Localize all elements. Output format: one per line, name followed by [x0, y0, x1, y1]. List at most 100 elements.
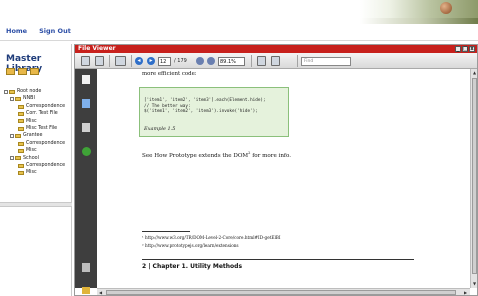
collapse-icon[interactable] [4, 89, 8, 94]
save-icon[interactable] [95, 56, 104, 66]
chapter-rule [142, 259, 414, 260]
folder-add-icon[interactable] [18, 68, 27, 75]
search-icon[interactable] [82, 123, 90, 132]
collapse-icon[interactable] [10, 97, 14, 102]
see-text: See How Prototype extends the DOM [142, 152, 249, 159]
library-toolbar [6, 68, 39, 75]
vertical-scroll-thumb[interactable] [472, 78, 477, 274]
tree-node[interactable]: NNBI [4, 95, 65, 102]
tree-node[interactable]: Misc Test File [4, 125, 65, 132]
fit-page-icon[interactable] [257, 56, 266, 66]
panel-splitter[interactable] [0, 202, 72, 207]
document-area[interactable]: more efficient code: ['item1', 'item2', … [97, 69, 470, 288]
pdf-toolbar: ◂ ▸ 12 / 179 89.1% Find [75, 53, 477, 69]
previous-page-icon[interactable]: ◂ [135, 57, 143, 65]
bookmarks-icon[interactable] [82, 99, 90, 108]
document-page: more efficient code: ['item1', 'item2', … [102, 69, 454, 288]
folder-open-icon[interactable] [6, 68, 15, 75]
folder-icon [18, 171, 24, 176]
pages-icon[interactable] [82, 75, 90, 84]
scroll-right-icon[interactable]: ▶ [463, 290, 468, 295]
page-number-input[interactable]: 12 [158, 56, 171, 66]
folder-icon [18, 141, 24, 146]
code-snippet: ['item1', 'item2', 'item3'].each(Element… [144, 98, 266, 115]
tree-node-label: Correspondence [26, 163, 66, 169]
close-button[interactable]: x [469, 46, 475, 52]
horizontal-scroll-thumb[interactable] [106, 290, 456, 295]
tree-node-label: Misc Test File [26, 126, 58, 132]
top-nav: Home Sign Out [0, 27, 71, 39]
tree-node[interactable]: Correspondence [4, 162, 65, 169]
tree-node-label: Correspondence [26, 103, 66, 109]
file-icon [18, 126, 24, 131]
scroll-down-icon[interactable]: ▼ [472, 281, 477, 286]
tree-node-label: School [23, 155, 39, 161]
tree-node[interactable]: Correspondence [4, 140, 65, 147]
zoom-select[interactable]: 89.1% [218, 56, 245, 66]
tree-node[interactable]: Root node [4, 88, 65, 95]
folder-remove-icon[interactable] [30, 68, 39, 75]
tree-node[interactable]: Correspondence [4, 103, 65, 110]
attachment-icon[interactable] [82, 263, 90, 272]
intro-text: more efficient code: [142, 71, 197, 77]
library-tree: Root node NNBI Correspondence Corr. Test… [4, 88, 65, 177]
edit-icon[interactable] [115, 56, 126, 66]
minimize-button[interactable]: _ [455, 46, 461, 52]
tree-node-label: NNBI [23, 96, 35, 102]
toolbar-divider [109, 55, 110, 67]
tree-node[interactable]: School [4, 155, 65, 162]
footnote-rule [142, 231, 190, 232]
banner-stripe [360, 18, 478, 24]
footnote-2: ² http://www.prototypejs.org/learn/exten… [142, 243, 239, 248]
tree-node-label: Grantee [23, 133, 43, 139]
viewer-sidebar [75, 69, 97, 294]
maximize-button[interactable]: □ [462, 46, 468, 52]
scroll-up-icon[interactable]: ▲ [472, 70, 477, 75]
folder-icon [18, 148, 24, 153]
print-icon[interactable] [81, 56, 90, 66]
next-page-icon[interactable]: ▸ [147, 57, 155, 65]
fit-width-icon[interactable] [271, 56, 280, 66]
banner-logo [360, 0, 478, 24]
nav-divider [0, 40, 478, 41]
file-viewer-window: File Viewer _ □ x ◂ ▸ 12 / 179 89.1% Fin… [74, 44, 478, 296]
tree-node-label: Correspondence [26, 140, 66, 146]
file-viewer-titlebar[interactable]: File Viewer _ □ x [75, 45, 477, 53]
home-link[interactable]: Home [6, 27, 27, 39]
folder-icon [15, 134, 21, 139]
vertical-scrollbar[interactable]: ▲ ▼ [470, 69, 477, 288]
tree-node-label: Misc [26, 118, 37, 124]
banner-ball-graphic [440, 2, 452, 14]
collapse-icon[interactable] [10, 156, 14, 161]
comments-icon[interactable] [82, 287, 90, 294]
sign-out-link[interactable]: Sign Out [39, 27, 71, 39]
zoom-out-icon[interactable] [196, 57, 204, 65]
folder-icon [15, 156, 21, 161]
tree-node[interactable]: Misc [4, 169, 65, 176]
tree-node-label: Misc [26, 148, 37, 154]
scroll-left-icon[interactable]: ◀ [98, 290, 103, 295]
horizontal-scrollbar[interactable]: ◀ ▶ [97, 288, 470, 295]
folder-icon [18, 119, 24, 124]
tree-node[interactable]: Misc [4, 147, 65, 154]
tree-node[interactable]: Misc [4, 118, 65, 125]
find-input[interactable]: Find [301, 56, 351, 66]
tree-node[interactable]: Grantee [4, 132, 65, 139]
footnote-1: ¹ http://www.w3.org/TR/DOM-Level-2-Core/… [142, 235, 281, 240]
tree-node[interactable]: Corr. Test File [4, 110, 65, 117]
folder-icon [9, 89, 15, 94]
tree-node-label: Misc [26, 170, 37, 176]
code-example-box: ['item1', 'item2', 'item3'].each(Element… [139, 87, 289, 137]
tree-node-label: Root node [17, 89, 42, 94]
collapse-icon[interactable] [10, 134, 14, 139]
folder-icon [15, 97, 21, 102]
master-library-panel: Master Library Root node NNBI Correspond… [0, 44, 72, 296]
top-banner [0, 0, 478, 40]
toolbar-divider [251, 55, 252, 67]
folder-icon [18, 104, 24, 109]
see-text-end: for more info. [250, 152, 292, 159]
help-icon[interactable] [82, 147, 91, 156]
see-reference: See How Prototype extends the DOM2 for m… [142, 151, 291, 159]
toolbar-divider [297, 55, 298, 67]
zoom-in-icon[interactable] [207, 57, 215, 65]
